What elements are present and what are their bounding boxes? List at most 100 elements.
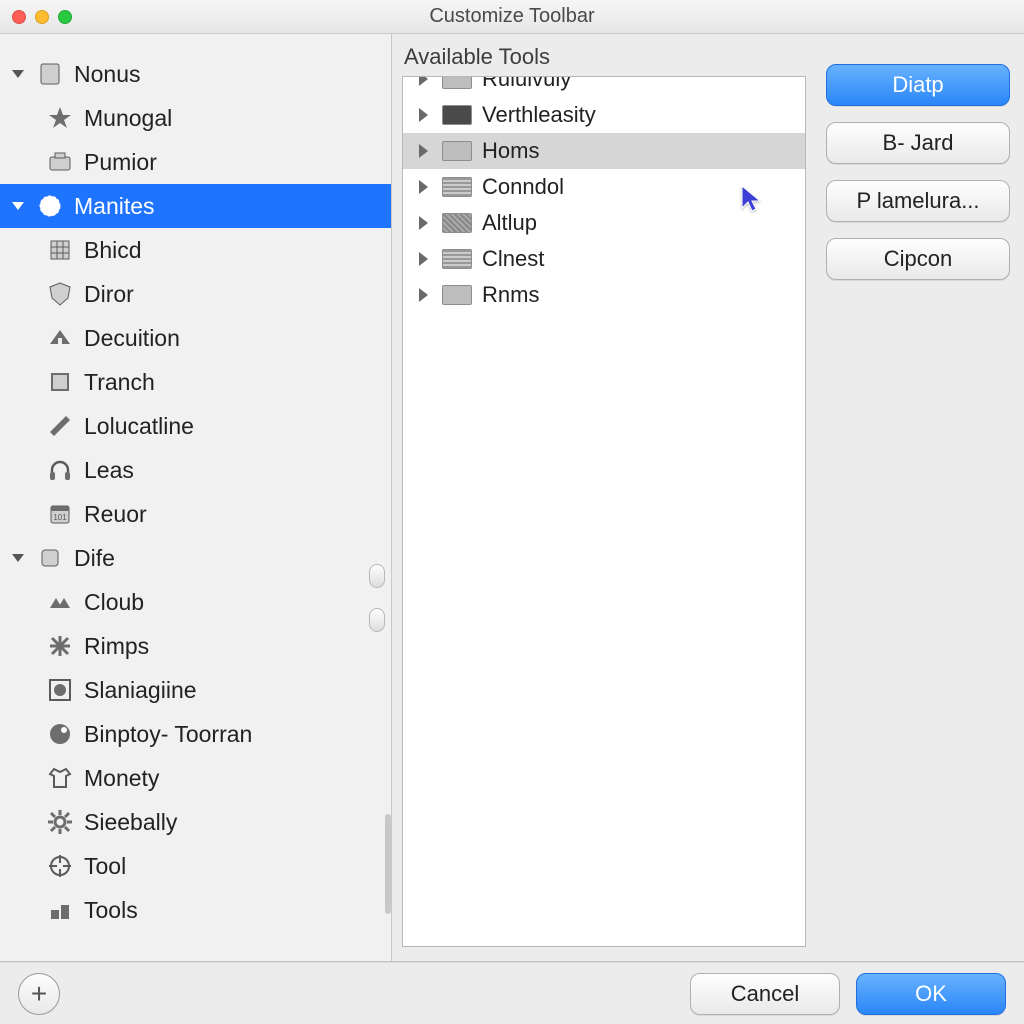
add-button[interactable]: + <box>18 973 60 1015</box>
ok-button[interactable]: OK <box>856 973 1006 1015</box>
window-title: Customize Toolbar <box>12 5 1012 28</box>
sidebar-item[interactable]: Nonus <box>0 52 391 96</box>
sidebar-item[interactable]: Rimps <box>0 624 391 668</box>
sidebar-item-label: Sieebally <box>84 809 177 836</box>
sidebar-item[interactable]: Binptoy- Toorran <box>0 712 391 756</box>
tool-thumbnail-icon <box>442 76 472 89</box>
available-tool-item[interactable]: Altlup <box>403 205 805 241</box>
sidebar-item-label: Leas <box>84 457 134 484</box>
scroll-stub-icon <box>369 608 385 632</box>
sidebar-item[interactable]: Lolucatline <box>0 404 391 448</box>
sidebar-item-label: Rimps <box>84 633 149 660</box>
window-controls <box>12 10 72 24</box>
scrollbar[interactable] <box>385 814 391 914</box>
sidebar-item[interactable]: Cloub <box>0 580 391 624</box>
primary-action-button[interactable]: Diatp <box>826 64 1010 106</box>
sidebar-item[interactable]: Monety <box>0 756 391 800</box>
disclosure-right-icon <box>419 252 428 266</box>
available-tool-label: Altlup <box>482 210 537 236</box>
circle-icon <box>46 676 74 704</box>
sidebar-item-label: Lolucatline <box>84 413 194 440</box>
gear-icon <box>46 808 74 836</box>
blocks-icon <box>46 896 74 924</box>
tool-thumbnail-icon <box>442 141 472 161</box>
action-button-4[interactable]: Cipcon <box>826 238 1010 280</box>
sidebar-item-label: Binptoy- Toorran <box>84 721 252 748</box>
action-buttons: Diatp B- Jard P lamelura... Cipcon <box>818 34 1024 961</box>
action-button-3[interactable]: P lamelura... <box>826 180 1010 222</box>
sidebar-item[interactable]: Tool <box>0 844 391 888</box>
disclosure-icon[interactable] <box>12 554 24 562</box>
sidebar-item-label: Slaniagiine <box>84 677 197 704</box>
minimize-icon[interactable] <box>35 10 49 24</box>
shirt-icon <box>46 764 74 792</box>
shield-icon <box>46 280 74 308</box>
disclosure-right-icon <box>419 180 428 194</box>
available-tool-item[interactable]: Clnest <box>403 241 805 277</box>
footer: + Cancel OK <box>0 962 1024 1024</box>
sidebar-item-label: Bhicd <box>84 237 142 264</box>
sidebar-item-label: Reuor <box>84 501 147 528</box>
sidebar-item[interactable]: Leas <box>0 448 391 492</box>
star-icon <box>46 104 74 132</box>
disclosure-right-icon <box>419 288 428 302</box>
tool-thumbnail-icon <box>442 213 472 233</box>
headphones-icon <box>46 456 74 484</box>
sidebar-item[interactable]: Sieebally <box>0 800 391 844</box>
document-icon <box>36 60 64 88</box>
disclosure-right-icon <box>419 108 428 122</box>
available-tools-panel: Available Tools Ruluivuly Verthleasity Hom… <box>392 34 818 961</box>
calendar-icon: 101 <box>46 500 74 528</box>
sidebar-item[interactable]: Tools <box>0 888 391 932</box>
sidebar-item[interactable]: Tranch <box>0 360 391 404</box>
sidebar-item-label: Monety <box>84 765 159 792</box>
sidebar-item[interactable]: Decuition <box>0 316 391 360</box>
sidebar-item[interactable]: Bhicd <box>0 228 391 272</box>
triangles-icon <box>46 588 74 616</box>
tool-thumbnail-icon <box>442 249 472 269</box>
sidebar-item-label: Cloub <box>84 589 144 616</box>
sidebar-item[interactable]: Dife <box>0 536 391 580</box>
svg-text:101: 101 <box>53 513 67 522</box>
available-tool-item[interactable]: Verthleasity <box>403 97 805 133</box>
sidebar: Nonus Munogal PumiorManites Bhicd Diror Decui… <box>0 34 392 961</box>
sidebar-item[interactable]: Manites <box>0 184 391 228</box>
available-tool-item[interactable]: Homs <box>403 133 805 169</box>
available-tool-item[interactable]: Conndol <box>403 169 805 205</box>
action-button-2[interactable]: B- Jard <box>826 122 1010 164</box>
sidebar-item[interactable]: Slaniagiine <box>0 668 391 712</box>
disc-icon <box>46 720 74 748</box>
cancel-button[interactable]: Cancel <box>690 973 840 1015</box>
sidebar-item[interactable]: Pumior <box>0 140 391 184</box>
disclosure-icon[interactable] <box>12 202 24 210</box>
disclosure-right-icon <box>419 216 428 230</box>
disclosure-right-icon <box>419 144 428 158</box>
seal-icon <box>36 192 64 220</box>
sidebar-item[interactable]: Diror <box>0 272 391 316</box>
available-tool-label: Clnest <box>482 246 544 272</box>
available-tools-title: Available Tools <box>402 44 818 76</box>
tool-thumbnail-icon <box>442 105 472 125</box>
sidebar-item-label: Munogal <box>84 105 172 132</box>
sidebar-item-label: Tool <box>84 853 126 880</box>
panel-icon <box>46 368 74 396</box>
disclosure-right-icon <box>419 76 428 86</box>
available-tool-label: Conndol <box>482 174 564 200</box>
wrench-icon <box>46 412 74 440</box>
available-tool-item[interactable]: Rnms <box>403 277 805 313</box>
available-tool-item[interactable]: Ruluivuly <box>403 76 805 97</box>
titlebar: Customize Toolbar <box>0 0 1024 34</box>
disclosure-icon[interactable] <box>12 70 24 78</box>
sidebar-item-label: Diror <box>84 281 134 308</box>
available-tools-list[interactable]: Ruluivuly Verthleasity Homs Conndol Altlup Cl… <box>402 76 806 947</box>
maximize-icon[interactable] <box>58 10 72 24</box>
cube-icon <box>36 544 64 572</box>
close-icon[interactable] <box>12 10 26 24</box>
sidebar-item[interactable]: 101 Reuor <box>0 492 391 536</box>
target-icon <box>46 852 74 880</box>
sidebar-item-label: Tranch <box>84 369 155 396</box>
available-tool-label: Rnms <box>482 282 539 308</box>
available-tool-label: Verthleasity <box>482 102 596 128</box>
sidebar-item[interactable]: Munogal <box>0 96 391 140</box>
scroll-stub-icon <box>369 564 385 588</box>
